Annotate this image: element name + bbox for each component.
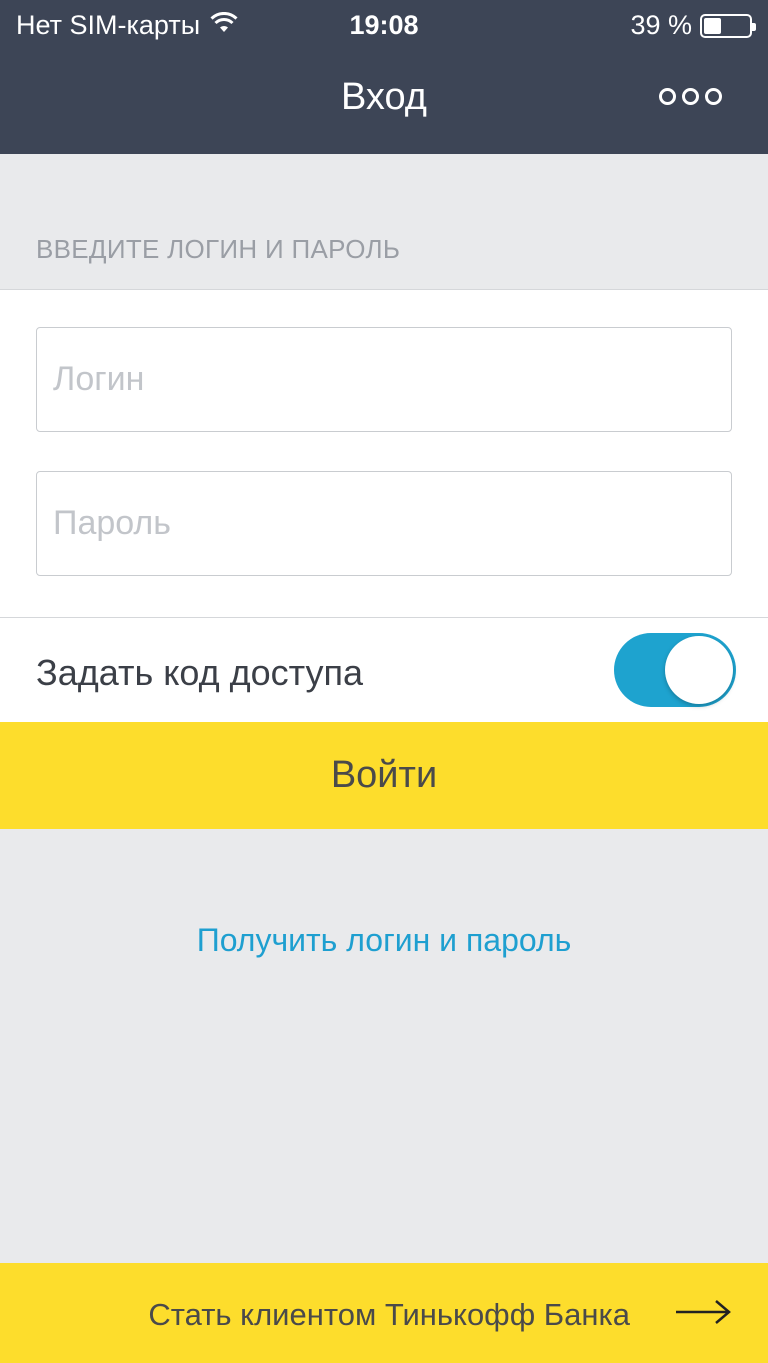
login-field[interactable] [36,327,732,432]
password-field[interactable] [36,471,732,576]
login-form: Задать код доступа [0,289,768,722]
more-options-icon[interactable] [659,88,722,105]
login-input[interactable] [37,328,731,431]
login-button[interactable]: Войти [0,722,768,829]
password-input[interactable] [37,472,731,575]
divider [0,617,768,618]
arrow-right-icon [674,1299,732,1330]
become-client-label: Стать клиентом Тинькофф Банка [148,1297,630,1332]
toggle-knob [665,636,733,704]
battery-icon [700,13,756,38]
battery-fill [704,17,721,34]
battery-group: 39 % [630,10,756,41]
get-credentials-link[interactable]: Получить логин и пароль [0,922,768,959]
passcode-toggle-label: Задать код доступа [36,652,364,693]
navigation-bar: Вход [0,50,768,154]
page-title: Вход [341,76,427,118]
become-client-button[interactable]: Стать клиентом Тинькофф Банка [0,1263,768,1363]
section-header: ВВЕДИТЕ ЛОГИН И ПАРОЛЬ [36,234,401,264]
passcode-toggle[interactable] [614,633,736,707]
battery-percent: 39 % [630,10,692,40]
status-bar: Нет SIM-карты 19:08 39 % [0,0,768,50]
